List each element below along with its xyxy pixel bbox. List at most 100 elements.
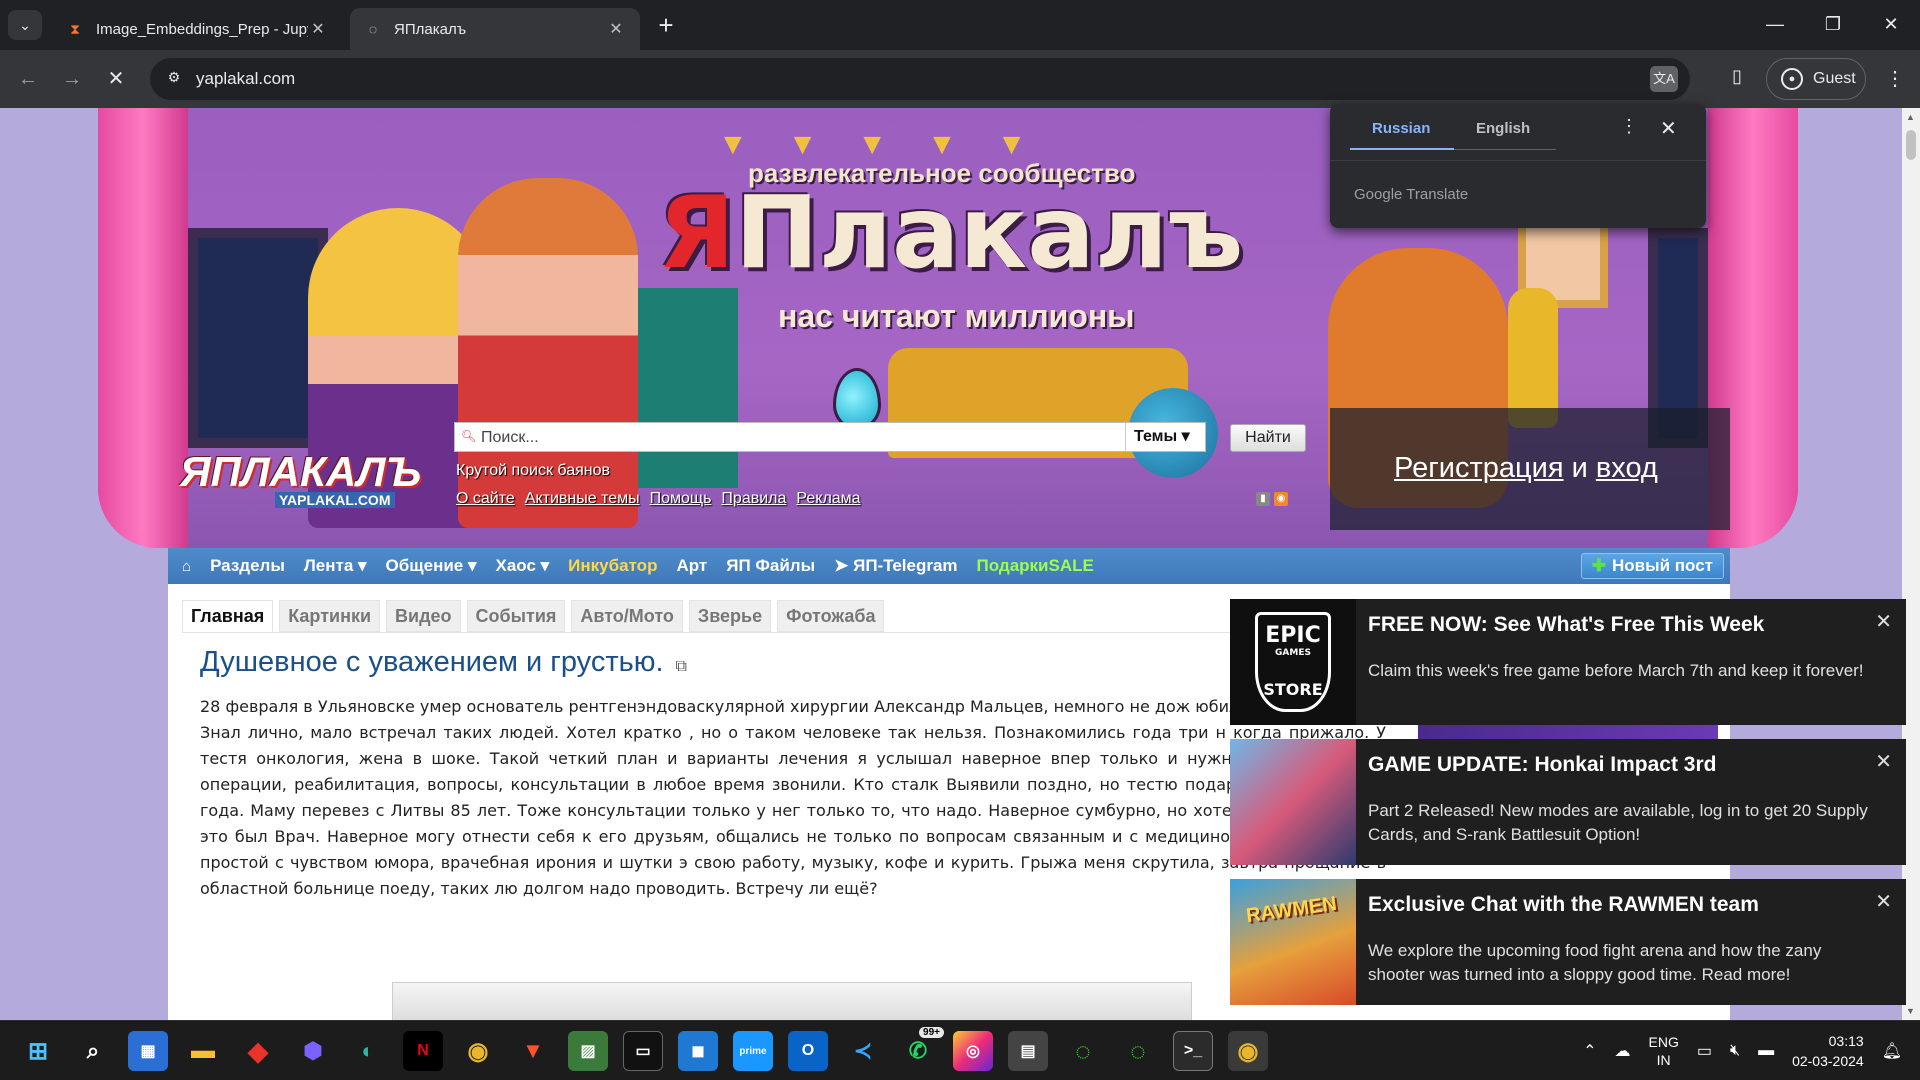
tab-search-button[interactable]: ⌄ xyxy=(8,10,42,40)
nav-feed[interactable]: Лента ▾ xyxy=(304,556,367,576)
translate-icon[interactable]: 文A xyxy=(1650,66,1678,92)
home-icon[interactable]: ⌂ xyxy=(182,558,191,575)
url-text[interactable]: yaplakal.com xyxy=(196,69,295,89)
outlook-icon[interactable]: O xyxy=(788,1031,828,1071)
tab-events[interactable]: События xyxy=(466,600,566,632)
side-panel-icon[interactable]: ▯ xyxy=(1724,66,1750,92)
powershell-icon[interactable]: >_ xyxy=(1173,1031,1213,1071)
close-icon[interactable]: ✕ xyxy=(1875,889,1892,914)
post-title[interactable]: Душевное с уважением и грустью. ⧉ xyxy=(200,646,687,679)
translate-source-lang[interactable]: Russian xyxy=(1372,120,1430,137)
browser-menu-icon[interactable]: ⋮ xyxy=(1880,63,1910,95)
profile-button[interactable]: ● Guest xyxy=(1766,58,1866,100)
nav-art[interactable]: Арт xyxy=(676,556,707,576)
windows-start-icon[interactable]: ⊞ xyxy=(18,1031,58,1071)
windows-app-icon[interactable]: ◼ xyxy=(678,1031,718,1071)
restore-button[interactable]: ❐ xyxy=(1804,6,1862,42)
app-green-ring-icon[interactable]: ◌ xyxy=(1063,1031,1103,1071)
register-link[interactable]: Регистрация xyxy=(1394,452,1564,484)
nav-chaos[interactable]: Хаос ▾ xyxy=(496,556,550,576)
nav-talk[interactable]: Общение ▾ xyxy=(386,556,477,576)
tab-auto-moto[interactable]: Авто/Мото xyxy=(571,600,683,632)
back-button[interactable]: ← xyxy=(12,63,44,95)
nav-sections[interactable]: Разделы xyxy=(210,556,285,576)
vscode-icon[interactable]: ≺ xyxy=(843,1031,883,1071)
notification-title: FREE NOW: See What's Free This Week xyxy=(1368,613,1765,636)
search-icon[interactable]: ⌕ xyxy=(73,1031,113,1071)
link-active-topics[interactable]: Активные темы xyxy=(525,490,640,508)
close-window-button[interactable]: ✕ xyxy=(1862,6,1920,42)
netflix-icon[interactable]: N xyxy=(403,1031,443,1071)
nav-incubator[interactable]: Инкубатор xyxy=(568,556,657,576)
app-red-diamond-icon[interactable]: ◆ xyxy=(238,1031,278,1071)
media-player-icon[interactable]: ▤ xyxy=(1008,1031,1048,1071)
terminal-icon[interactable]: ▭ xyxy=(623,1031,663,1071)
stop-loading-button[interactable]: ✕ xyxy=(100,63,132,95)
minimize-button[interactable]: — xyxy=(1746,6,1804,42)
scroll-up-arrow[interactable]: ▲ xyxy=(1906,112,1915,122)
tab-pictures[interactable]: Картинки xyxy=(279,600,381,632)
forward-button[interactable]: → xyxy=(56,63,88,95)
login-link[interactable]: вход xyxy=(1596,452,1658,484)
epic-games-store-logo: EPIC GAMES STORE xyxy=(1230,599,1356,725)
tab-main[interactable]: Главная xyxy=(182,600,274,632)
scrollbar-thumb[interactable] xyxy=(1906,130,1916,160)
mobile-icon[interactable]: ▮ xyxy=(1256,492,1270,506)
nav-files[interactable]: ЯП Файлы xyxy=(726,556,815,576)
tab-yaplakal[interactable]: ◌ ЯПлакалъ ✕ xyxy=(350,8,640,50)
file-explorer-icon[interactable]: ▬ xyxy=(183,1031,223,1071)
link-rules[interactable]: Правила xyxy=(721,490,786,508)
site-logo-large[interactable]: развлекательное сообщество ЯПлакалъ нас … xyxy=(658,158,1243,358)
cloud-icon[interactable]: ☁ xyxy=(1615,1041,1631,1061)
chrome-icon[interactable]: ◉ xyxy=(458,1031,498,1071)
volume-muted-icon[interactable]: 🔇︎ xyxy=(1730,1042,1740,1060)
nav-telegram[interactable]: ➤ ЯП-Telegram xyxy=(834,556,957,576)
close-tab-icon[interactable]: ✕ xyxy=(606,19,626,39)
notification-rawmen[interactable]: RAWMEN Exclusive Chat with the RAWMEN te… xyxy=(1230,879,1906,1005)
translate-options-icon[interactable]: ⋮ xyxy=(1620,116,1638,137)
search-button[interactable]: Найти xyxy=(1230,424,1306,452)
copilot-icon[interactable]: ⬢ xyxy=(293,1031,333,1071)
input-language[interactable]: ENG IN xyxy=(1649,1033,1679,1069)
tab-animals[interactable]: Зверье xyxy=(688,600,772,632)
instagram-icon[interactable]: ◎ xyxy=(953,1031,993,1071)
post-image[interactable] xyxy=(392,982,1192,1020)
translate-close-icon[interactable]: ✕ xyxy=(1660,116,1677,141)
link-about[interactable]: О сайте xyxy=(456,490,515,508)
notification-epic[interactable]: EPIC GAMES STORE FREE NOW: See What's Fr… xyxy=(1230,599,1906,725)
network-icon[interactable]: ▭ xyxy=(1697,1041,1712,1061)
chrome-active-icon[interactable]: ◉ xyxy=(1228,1031,1268,1071)
close-tab-icon[interactable]: ✕ xyxy=(308,19,328,39)
close-icon[interactable]: ✕ xyxy=(1875,749,1892,774)
scroll-down-arrow[interactable]: ▼ xyxy=(1906,1006,1915,1016)
notification-honkai[interactable]: GAME UPDATE: Honkai Impact 3rd Part 2 Re… xyxy=(1230,739,1906,865)
edge-icon[interactable]: ◐ xyxy=(348,1031,388,1071)
site-logo-small[interactable]: ЯПЛАКАЛЪ YAPLAKAL.COM xyxy=(180,448,425,518)
new-post-button[interactable]: ✚ Новый пост xyxy=(1580,553,1724,579)
new-tab-button[interactable]: + xyxy=(652,12,680,40)
notifications-bell-icon[interactable]: 🔔︎ xyxy=(1882,1041,1902,1061)
search-input[interactable]: 🔍︎ Поиск... Темы ▾ xyxy=(454,422,1206,452)
tab-photoshop[interactable]: Фотожаба xyxy=(777,600,885,632)
app-green-ring-2-icon[interactable]: ◌ xyxy=(1118,1031,1158,1071)
link-ads[interactable]: Реклама xyxy=(796,490,860,508)
clock[interactable]: 03:13 02-03-2024 xyxy=(1792,1031,1864,1071)
site-info-icon[interactable]: ⚙ xyxy=(164,69,184,89)
battery-icon[interactable]: ▬ xyxy=(1758,1042,1774,1060)
link-help[interactable]: Помощь xyxy=(650,490,712,508)
tab-jupyter[interactable]: ⧗ Image_Embeddings_Prep - Jupy ✕ xyxy=(52,8,342,50)
close-icon[interactable]: ✕ xyxy=(1875,609,1892,634)
translate-target-lang[interactable]: English xyxy=(1476,120,1530,137)
search-scope-select[interactable]: Темы ▾ xyxy=(1125,423,1205,451)
rss-icon[interactable]: ◉ xyxy=(1274,492,1288,506)
prime-video-icon[interactable]: prime xyxy=(733,1031,773,1071)
tab-video[interactable]: Видео xyxy=(386,600,461,632)
chevron-up-icon[interactable]: ⌃ xyxy=(1583,1041,1596,1061)
image-viewer-icon[interactable]: ▨ xyxy=(568,1031,608,1071)
store-icon[interactable]: ▦ xyxy=(128,1031,168,1071)
brave-icon[interactable]: ▼ xyxy=(513,1031,553,1071)
nav-gifts-sale[interactable]: ПодаркиSALE xyxy=(977,556,1094,576)
whatsapp-icon[interactable]: ✆ 99+ xyxy=(898,1027,944,1071)
address-bar[interactable]: ⚙ yaplakal.com 文A xyxy=(150,58,1690,100)
open-in-new-icon[interactable]: ⧉ xyxy=(676,658,687,675)
